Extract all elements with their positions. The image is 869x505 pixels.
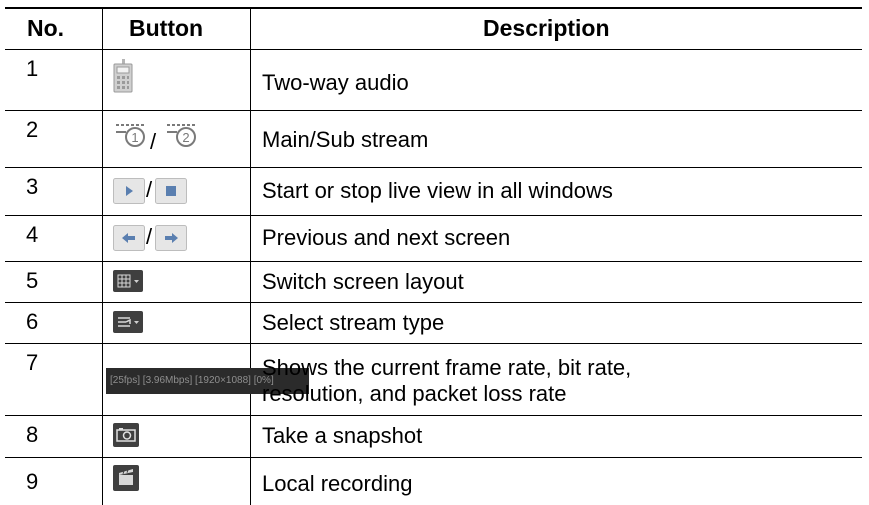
row-rule (5, 110, 862, 111)
row-rule (5, 415, 862, 416)
svg-text:1: 1 (131, 130, 138, 145)
stop-live-view-icon[interactable] (155, 178, 187, 209)
sub-stream-icon[interactable]: 2 (165, 119, 199, 154)
column-rule (102, 7, 103, 505)
header-no: No. (27, 15, 65, 41)
row-number: 3 (26, 174, 39, 199)
camera-snapshot-icon[interactable] (113, 423, 139, 452)
next-screen-icon[interactable] (155, 225, 187, 256)
row-description-line1: Shows the current frame rate, bit rate, (262, 355, 632, 380)
row-number: 7 (26, 350, 39, 375)
separator-slash: / (146, 177, 153, 202)
two-way-audio-icon[interactable] (113, 59, 133, 98)
row-description: Previous and next screen (262, 225, 511, 250)
main-stream-icon[interactable]: 1 (114, 119, 148, 154)
row-rule (5, 343, 862, 344)
row-rule (5, 457, 862, 458)
header-rule (5, 49, 862, 50)
row-number: 4 (26, 222, 39, 247)
row-description: Switch screen layout (262, 269, 464, 294)
row-rule (5, 302, 862, 303)
row-description: Local recording (262, 471, 413, 496)
stream-type-icon[interactable] (113, 311, 143, 338)
row-number: 2 (26, 117, 39, 142)
header-description: Description (483, 15, 610, 41)
row-description-line2: resolution, and packet loss rate (262, 381, 567, 406)
screen-layout-icon[interactable] (113, 270, 143, 297)
table-top-rule (5, 7, 862, 9)
row-description: Take a snapshot (262, 423, 423, 448)
row-description: Select stream type (262, 310, 445, 335)
local-recording-icon[interactable] (113, 465, 139, 496)
row-rule (5, 261, 862, 262)
separator-slash: / (146, 224, 153, 249)
row-description: Two-way audio (262, 70, 409, 95)
row-rule (5, 167, 862, 168)
row-description: Main/Sub stream (262, 127, 429, 152)
row-number: 8 (26, 422, 39, 447)
row-number: 1 (26, 56, 39, 81)
previous-screen-icon[interactable] (113, 225, 145, 256)
row-number: 9 (26, 469, 39, 494)
start-live-view-icon[interactable] (113, 178, 145, 209)
row-rule (5, 215, 862, 216)
header-button: Button (129, 15, 204, 41)
row-description: Start or stop live view in all windows (262, 178, 613, 203)
separator-slash: / (150, 129, 157, 154)
svg-text:2: 2 (182, 130, 189, 145)
row-number: 5 (26, 268, 39, 293)
row-number: 6 (26, 309, 39, 334)
column-rule (250, 7, 251, 505)
